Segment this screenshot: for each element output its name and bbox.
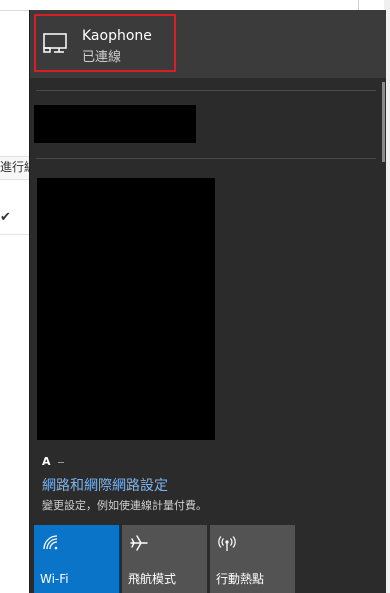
divider <box>36 90 376 91</box>
wifi-toggle-tile[interactable]: Wi-Fi <box>34 525 119 593</box>
background-tab-label[interactable]: 進行編 <box>0 160 30 174</box>
network-flyout: Kaophone 已連線 A 網路和網際網路設定 變更設定，例如使連線計量付費。… <box>30 10 386 593</box>
hotspot-icon <box>218 536 236 551</box>
redacted-network-item[interactable] <box>34 105 196 143</box>
network-settings-description: 變更設定，例如使連線計量付費。 <box>42 499 207 512</box>
section-label-dash <box>58 462 64 463</box>
scrollbar-thumb[interactable] <box>382 82 385 162</box>
airplane-mode-label: 飛航模式 <box>128 572 177 586</box>
redacted-network-list[interactable] <box>37 178 215 440</box>
network-settings-link[interactable]: 網路和網際網路設定 <box>42 477 168 495</box>
annotation-highlight-box <box>34 14 176 72</box>
airplane-mode-tile[interactable]: 飛航模式 <box>122 525 207 593</box>
checkmark-icon: ✔ <box>0 210 11 225</box>
scrollbar[interactable] <box>380 10 386 593</box>
airplane-icon <box>130 535 148 551</box>
mobile-hotspot-label: 行動熱點 <box>216 572 265 586</box>
mobile-hotspot-tile[interactable]: 行動熱點 <box>210 525 295 593</box>
wifi-icon <box>43 535 58 550</box>
divider <box>36 158 376 159</box>
wifi-label: Wi-Fi <box>40 572 69 586</box>
background-divider <box>0 10 30 11</box>
section-label: A <box>42 455 51 468</box>
